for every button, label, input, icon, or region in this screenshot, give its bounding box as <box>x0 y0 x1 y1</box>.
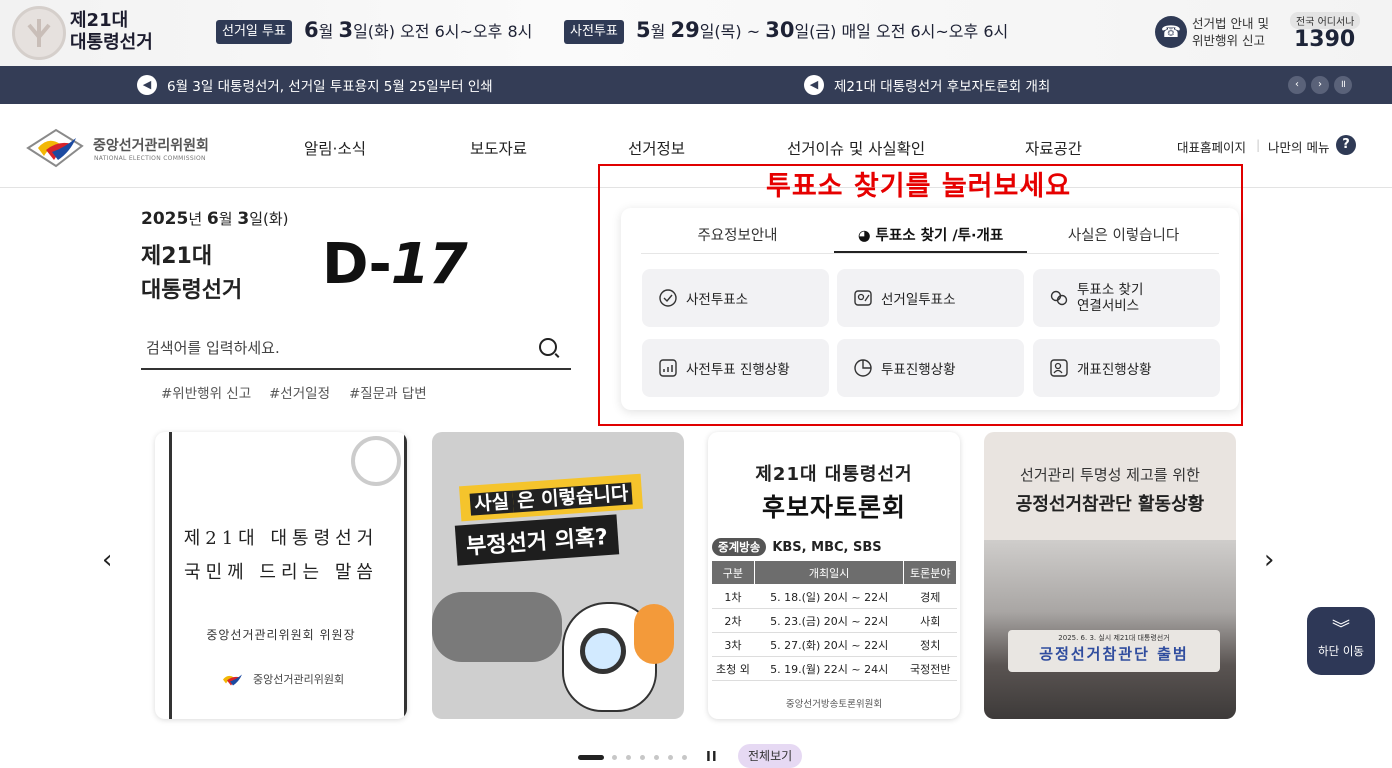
carousel-dot[interactable] <box>626 755 631 760</box>
hotline-number[interactable]: 1390 <box>1294 27 1355 52</box>
slide-card-observers[interactable]: 선거관리 투명성 제고를 위한 공정선거참관단 활동상황 2025. 6. 3.… <box>984 432 1236 719</box>
ballot-icon <box>854 290 872 306</box>
util-main-homepage[interactable]: 대표홈페이지 <box>1177 137 1246 156</box>
carousel-dot-active[interactable] <box>578 755 604 760</box>
menu-news[interactable]: 알림·소식 <box>304 137 366 159</box>
ticker-pause-button[interactable]: ॥ <box>1334 76 1352 94</box>
magnifier-icon <box>580 628 626 674</box>
menu-press[interactable]: 보도자료 <box>470 137 527 159</box>
menu-archive[interactable]: 자료공간 <box>1025 137 1082 159</box>
chart-icon <box>659 359 677 377</box>
card-footer: 중앙선거방송토론위원회 <box>785 699 883 710</box>
card-subheading: 선거관리 투명성 제고를 위한 <box>1020 466 1200 484</box>
speaker-icon: ◀ <box>137 75 157 95</box>
table-row: 초청 외 5. 19.(월) 22시 ~ 24시 국정전반 <box>711 656 957 681</box>
election-title: 제21대 대통령선거 <box>70 10 153 53</box>
slide-card-address[interactable]: 제21대 대통령선거 국민께 드리는 말씀 중앙선거관리위원회 위원장 중앙선거… <box>155 432 407 719</box>
top-election-banner: 제21대 대통령선거 선거일 투표 6월 3일(화) 오전 6시~오후 8시 사… <box>0 0 1392 66</box>
election-day-badge: 선거일 투표 <box>216 20 292 44</box>
stamp-icon <box>351 436 401 486</box>
org-name-en: NATIONAL ELECTION COMMISSION <box>94 155 206 162</box>
menu-issues-factcheck[interactable]: 선거이슈 및 사실확인 <box>787 137 925 159</box>
card-logo: 중앙선거관리위원회 <box>217 668 344 690</box>
org-name[interactable]: 중앙선거관리위원회 <box>93 135 209 155</box>
help-icon[interactable]: ? <box>1336 135 1356 155</box>
carousel-dot[interactable] <box>640 755 645 760</box>
ballot-mark-logo <box>12 6 66 60</box>
menu-election-info[interactable]: 선거정보 <box>628 137 685 159</box>
tag-violation-report[interactable]: #위반행위 신고 <box>161 382 251 402</box>
search-bar <box>141 328 571 370</box>
pie-icon <box>854 359 872 377</box>
search-icon[interactable] <box>539 338 557 356</box>
check-circle-icon <box>659 289 677 307</box>
polling-place-link-button[interactable]: 투표소 찾기 연결서비스 <box>1033 269 1220 327</box>
news-item[interactable]: ◀ 6월 3일 대통령선거, 선거일 투표용지 5월 25일부터 인쇄 <box>137 75 493 95</box>
carousel-pause-button[interactable]: II <box>706 750 718 765</box>
debate-schedule-table: 구분 개최일시 토론분야 1차 5. 18.(일) 20시 ~ 22시 경제 2차 5… <box>711 560 957 681</box>
slide-card-debate[interactable]: 제21대 대통령선거 후보자토론회 중계방송 KBS, MBC, SBS 구분 … <box>708 432 960 719</box>
phone-icon: ☎ <box>1155 16 1187 48</box>
news-ticker: ◀ 6월 3일 대통령선거, 선거일 투표용지 5월 25일부터 인쇄 ◀ 제2… <box>0 66 1392 104</box>
ticker-prev-button[interactable]: ‹ <box>1288 76 1306 94</box>
card-heading: 공정선거참관단 활동상황 <box>1015 494 1205 515</box>
card-heading: 제21대 대통령선거 <box>755 464 913 485</box>
carousel-prev-button[interactable]: ‹ <box>102 545 112 575</box>
view-all-button[interactable]: 전체보기 <box>738 744 803 768</box>
tab-fact-check[interactable]: 사실은 이렇습니다 <box>1027 224 1220 253</box>
nec-logo-icon[interactable] <box>26 126 86 172</box>
card-heading: 부정선거 의혹? <box>454 514 620 566</box>
quick-info-panel: 주요정보안내 ◕ 투표소 찾기 /투·개표 사실은 이렇습니다 사전투표소 선거… <box>621 208 1239 410</box>
hotline-label[interactable]: 선거법 안내 및 위반행위 신고 <box>1192 15 1269 49</box>
table-row: 2차 5. 23.(금) 20시 ~ 22시 사회 <box>711 608 957 633</box>
tag-faq[interactable]: #질문과 답변 <box>349 382 427 402</box>
voting-progress-button[interactable]: 투표진행상황 <box>837 339 1024 397</box>
carousel-dot[interactable] <box>654 755 659 760</box>
pie-icon: ◕ <box>857 228 871 244</box>
tab-key-info[interactable]: 주요정보안내 <box>641 224 834 253</box>
scroll-bottom-button[interactable]: ︾ 하단 이동 <box>1307 607 1375 675</box>
early-vote-badge: 사전투표 <box>564 20 624 44</box>
carousel-next-button[interactable]: › <box>1264 545 1274 575</box>
search-input[interactable] <box>146 330 526 366</box>
counting-progress-button[interactable]: 개표진행상황 <box>1033 339 1220 397</box>
tag-schedule[interactable]: #선거일정 <box>269 382 330 402</box>
tab-polling-place[interactable]: ◕ 투표소 찾기 /투·개표 <box>834 224 1027 253</box>
broadcast-info: 중계방송 KBS, MBC, SBS <box>712 538 882 556</box>
table-row: 1차 5. 18.(일) 20시 ~ 22시 경제 <box>711 584 957 609</box>
handshake-illustration <box>432 592 562 662</box>
tab-divider <box>641 253 1219 254</box>
election-date: 2025년 6월 3일(화) <box>141 209 289 229</box>
card-heading: 국민께 드리는 말씀 <box>184 562 378 583</box>
ticker-next-button[interactable]: › <box>1311 76 1329 94</box>
election-day-schedule: 6월 3일(화) 오전 6시~오후 8시 <box>304 18 533 42</box>
carousel-dot[interactable] <box>682 755 687 760</box>
carousel-dot[interactable] <box>668 755 673 760</box>
hero-title: 제21대 대통령선거 <box>141 244 243 303</box>
table-row: 3차 5. 27.(화) 20시 ~ 22시 정치 <box>711 632 957 657</box>
election-day-place-button[interactable]: 선거일투표소 <box>837 269 1024 327</box>
slide-card-factcheck[interactable]: 사실 은 이렇습니다 부정선거 의혹? <box>432 432 684 719</box>
early-voting-place-button[interactable]: 사전투표소 <box>642 269 829 327</box>
util-divider: | <box>1256 137 1261 152</box>
card-heading: 제21대 대통령선거 <box>183 528 379 549</box>
annotation-note: 투표소 찾기를 눌러보세요 <box>766 171 1072 202</box>
link-icon <box>1050 290 1068 306</box>
util-my-menu[interactable]: 나만의 메뉴 <box>1268 137 1329 156</box>
early-vote-schedule: 5월 29일(목) ~ 30일(금) 매일 오전 6시~오후 6시 <box>636 18 1009 42</box>
carousel-dot[interactable] <box>612 755 617 760</box>
chevron-down-icon: ︾ <box>1332 619 1350 640</box>
early-voting-progress-button[interactable]: 사전투표 진행상황 <box>642 339 829 397</box>
card-subheading: 후보자토론회 <box>761 493 906 522</box>
news-item[interactable]: ◀ 제21대 대통령선거 후보자토론회 개최 <box>804 75 1050 95</box>
person-check-icon <box>1050 359 1068 377</box>
card-signature: 중앙선거관리위원회 위원장 <box>206 628 356 642</box>
dday-counter: D-17 <box>322 232 468 297</box>
speaker-icon: ◀ <box>804 75 824 95</box>
photo-banner: 2025. 6. 3. 실시 제21대 대통령선거 공정선거참관단 출범 <box>1008 630 1220 672</box>
